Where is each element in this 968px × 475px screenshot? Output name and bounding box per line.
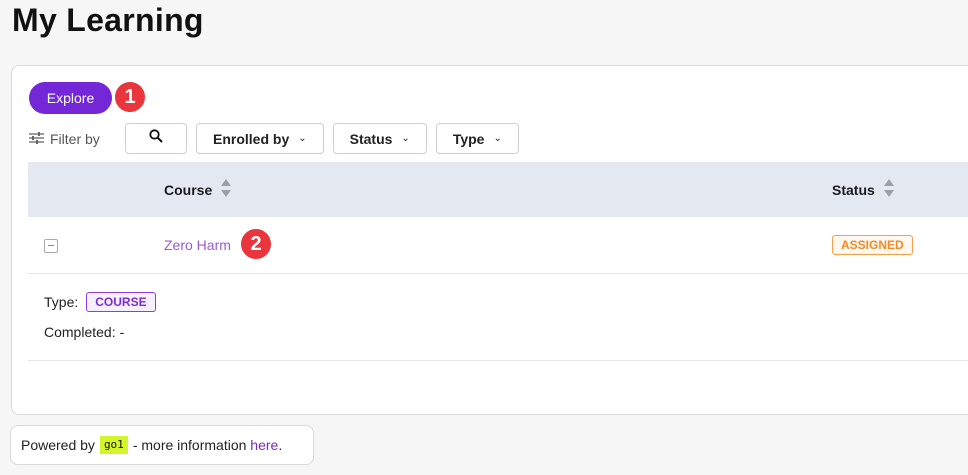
search-button[interactable] [125, 123, 187, 154]
table-row: Zero Harm 2 ASSIGNED [28, 217, 968, 274]
table-header: Course Status [28, 162, 968, 217]
filter-row: Filter by Enrolled by ⌄ Status ⌄ Type ⌄ [29, 122, 528, 155]
sort-icon[interactable] [883, 178, 895, 201]
enrolled-by-dropdown[interactable]: Enrolled by ⌄ [196, 123, 324, 154]
powered-by-footer: Powered by go1 - more information here . [10, 425, 314, 465]
explore-button[interactable]: Explore [29, 82, 112, 114]
learning-card: Explore 1 Filter by Enrolled by ⌄ Status… [11, 65, 968, 415]
completed-label: Completed: [44, 324, 116, 340]
completed-value: - [119, 324, 125, 340]
type-dropdown[interactable]: Type ⌄ [435, 123, 519, 154]
status-header-label: Status [832, 181, 875, 198]
status-badge: ASSIGNED [832, 235, 913, 255]
row-details: Type: COURSE Completed: - [28, 274, 968, 361]
collapse-row-button[interactable] [44, 239, 58, 253]
type-badge: COURSE [86, 292, 156, 312]
type-label: Type [452, 130, 485, 147]
more-info-text: - more information [132, 437, 247, 453]
course-link[interactable]: Zero Harm [164, 237, 231, 253]
sliders-icon [29, 131, 50, 147]
status-dropdown[interactable]: Status ⌄ [332, 123, 427, 154]
column-header-course[interactable]: Course [164, 162, 232, 217]
chevron-down-icon: ⌄ [298, 133, 307, 144]
filter-by-text: Filter by [50, 130, 100, 147]
type-label: Type: [44, 294, 79, 310]
filter-by-label: Filter by [29, 131, 125, 147]
search-icon [149, 129, 163, 148]
powered-by-text: Powered by [21, 437, 95, 453]
chevron-down-icon: ⌄ [401, 133, 410, 144]
enrolled-by-label: Enrolled by [213, 130, 290, 147]
page-title: My Learning [12, 2, 204, 38]
type-line: Type: COURSE [44, 292, 156, 312]
annotation-marker-1: 1 [113, 80, 147, 114]
completed-line: Completed: - [44, 324, 124, 340]
go1-logo: go1 [99, 436, 128, 454]
status-label: Status [349, 130, 393, 147]
here-link[interactable]: here [250, 437, 278, 453]
course-header-label: Course [164, 181, 213, 198]
column-header-status[interactable]: Status [832, 162, 895, 217]
sort-icon[interactable] [220, 178, 232, 201]
chevron-down-icon: ⌄ [493, 133, 502, 144]
footer-period: . [278, 437, 283, 453]
annotation-marker-2: 2 [239, 227, 273, 261]
